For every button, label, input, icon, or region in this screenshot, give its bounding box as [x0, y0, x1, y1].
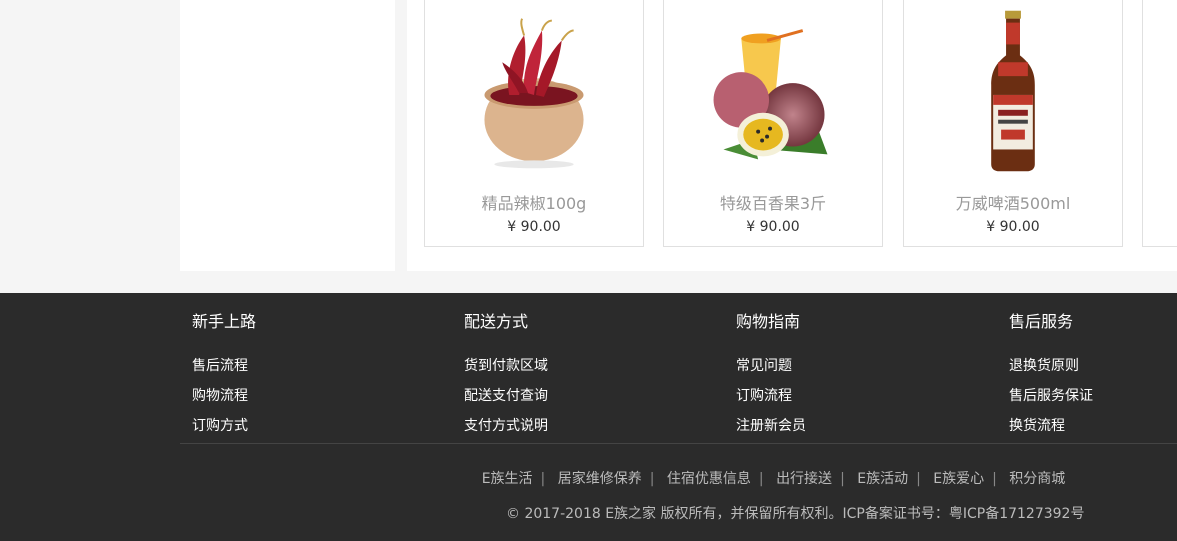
bottom-link[interactable]: 住宿优惠信息	[667, 471, 751, 487]
product-grid: 精品辣椒100g ¥ 90.00 特级百香果3斤 ¥ 90.00 万威啤酒500…	[407, 0, 1177, 271]
footer-link[interactable]: 常见问题	[736, 351, 806, 381]
dried-chili-bowl-image	[484, 18, 584, 169]
beer-bottle-image	[991, 10, 1035, 172]
footer-column-title: 购物指南	[736, 312, 801, 331]
link-separator: |	[540, 471, 546, 487]
product-card[interactable]: 万威啤酒500ml ¥ 90.00	[903, 0, 1123, 247]
bottom-link[interactable]: 积分商城	[1009, 471, 1065, 487]
product-name[interactable]: 万威啤酒500ml	[904, 190, 1122, 214]
footer-divider	[180, 443, 1177, 444]
product-price: ¥ 90.00	[507, 219, 561, 235]
footer-link[interactable]: 支付方式说明	[464, 411, 548, 441]
product-card[interactable]: 特级百香果3斤 ¥ 90.00	[663, 0, 883, 247]
bottom-link[interactable]: 居家维修保养	[558, 471, 642, 487]
bottom-link[interactable]: E族爱心	[933, 471, 984, 487]
bottom-link[interactable]: 出行接送	[776, 471, 832, 487]
bottom-link[interactable]: E族活动	[857, 471, 908, 487]
footer-column-aftersales: 售后服务 退换货原则 售后服务保证 换货流程	[1009, 311, 1093, 441]
product-card[interactable]: 精品辣椒100g ¥ 90.00	[424, 0, 644, 247]
product-name[interactable]: 精品辣椒100g	[425, 190, 643, 214]
product-name[interactable]: 特级百香果3斤	[664, 190, 882, 214]
footer-link[interactable]: 订购方式	[192, 411, 256, 441]
sidebar-panel	[180, 0, 395, 271]
link-separator: |	[916, 471, 921, 487]
product-price: ¥ 90.00	[986, 219, 1040, 235]
footer-link[interactable]: 换货流程	[1009, 411, 1093, 441]
footer-link[interactable]: 货到付款区域	[464, 351, 548, 381]
footer-bottom-links: E族生活 | 居家维修保养 | 住宿优惠信息 | 出行接送 | E族活动 | E族爱心 | …	[0, 468, 1177, 488]
footer-link[interactable]: 配送支付查询	[464, 381, 548, 411]
link-separator: |	[840, 471, 845, 487]
footer-column-title: 售后服务	[1009, 312, 1074, 331]
link-separator: |	[649, 471, 655, 487]
product-card[interactable]	[1142, 0, 1177, 247]
footer: 新手上路 售后流程 购物流程 订购方式 配送方式 货到付款区域 配送支付查询 支…	[0, 293, 1177, 541]
footer-column-title: 配送方式	[464, 312, 529, 331]
footer-link[interactable]: 注册新会员	[736, 411, 806, 441]
footer-column-newbie: 新手上路 售后流程 购物流程 订购方式	[192, 311, 256, 441]
footer-column-guide: 购物指南 常见问题 订购流程 注册新会员	[736, 311, 806, 441]
link-separator: |	[758, 471, 764, 487]
footer-column-delivery: 配送方式 货到付款区域 配送支付查询 支付方式说明	[464, 311, 548, 441]
footer-link[interactable]: 售后流程	[192, 351, 256, 381]
content-area: 精品辣椒100g ¥ 90.00 特级百香果3斤 ¥ 90.00 万威啤酒500…	[0, 0, 1177, 293]
copyright-text: © 2017-2018 E族之家 版权所有，并保留所有权利。ICP备案证书号：粤…	[506, 506, 1085, 522]
footer-link[interactable]: 订购流程	[736, 381, 806, 411]
footer-link[interactable]: 售后服务保证	[1009, 381, 1093, 411]
footer-link[interactable]: 退换货原则	[1009, 351, 1093, 381]
footer-column-title: 新手上路	[192, 312, 257, 331]
product-price: ¥ 90.00	[746, 219, 800, 235]
bottom-link[interactable]: E族生活	[482, 471, 533, 487]
footer-link[interactable]: 购物流程	[192, 381, 256, 411]
passion-fruit-drink-image	[713, 29, 828, 160]
link-separator: |	[992, 471, 997, 487]
